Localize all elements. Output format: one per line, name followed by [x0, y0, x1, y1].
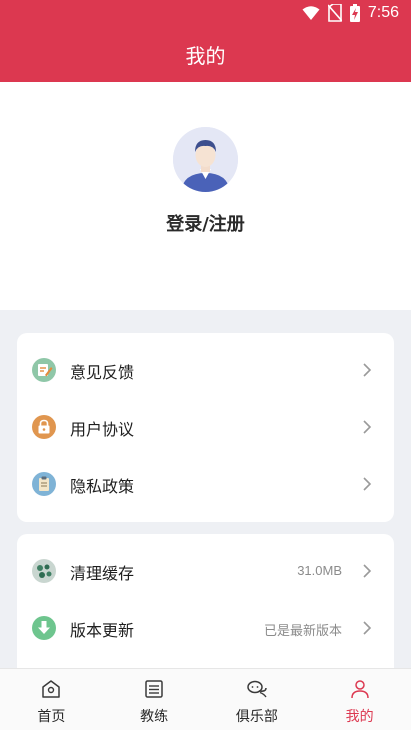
menu-item-label: 版本更新	[70, 621, 135, 640]
page-title: 我的	[185, 44, 226, 68]
cache-size-value: 31.0MB	[297, 563, 342, 578]
chevron-right-icon	[363, 420, 372, 434]
menu-item-feedback[interactable]: 意见反馈	[17, 342, 394, 399]
bottom-tab-bar: 首页 教练 俱乐部 我的	[0, 668, 411, 730]
list-icon	[145, 680, 163, 698]
no-sim-icon	[327, 4, 342, 22]
clipboard-icon	[32, 472, 56, 496]
menu-card-secondary: 清理缓存 31.0MB 版本更新 已是最新版本	[17, 534, 394, 668]
clean-icon	[32, 559, 56, 583]
menu-item-label: 隐私政策	[70, 477, 135, 496]
login-register-link[interactable]: 登录/注册	[0, 210, 411, 236]
battery-charging-icon	[349, 4, 360, 22]
profile-section: 登录/注册	[0, 82, 411, 310]
chevron-right-icon	[363, 363, 372, 377]
chat-icon	[247, 680, 267, 698]
menu-item-label: 意见反馈	[70, 363, 135, 382]
menu-card-primary: 意见反馈 用户协议 隐私政策	[17, 333, 394, 522]
avatar[interactable]	[173, 127, 238, 192]
menu-item-label: 清理缓存	[70, 564, 135, 583]
menu-item-label: 用户协议	[70, 420, 135, 439]
tab-club[interactable]: 俱乐部	[206, 669, 309, 730]
tab-coach[interactable]: 教练	[103, 669, 206, 730]
tab-label: 教练	[140, 709, 169, 725]
user-icon	[350, 680, 369, 699]
status-bar: 7:56	[0, 0, 411, 28]
home-icon	[42, 680, 61, 698]
chevron-right-icon	[363, 564, 372, 578]
app-header: 我的	[0, 28, 411, 82]
menu-item-user-agreement[interactable]: 用户协议	[17, 399, 394, 456]
status-time: 7:56	[367, 4, 399, 21]
default-avatar-icon	[173, 127, 238, 192]
menu-item-version-update[interactable]: 版本更新 已是最新版本	[17, 600, 394, 657]
tab-label: 我的	[345, 709, 374, 725]
chevron-right-icon	[363, 477, 372, 491]
tab-home[interactable]: 首页	[0, 669, 103, 730]
version-status-value: 已是最新版本	[263, 623, 342, 638]
chevron-right-icon	[363, 621, 372, 635]
tab-label: 首页	[37, 709, 66, 725]
wifi-icon	[302, 6, 320, 20]
tab-label: 俱乐部	[235, 709, 278, 725]
menu-item-clear-cache[interactable]: 清理缓存 31.0MB	[17, 543, 394, 600]
menu-item-privacy-policy[interactable]: 隐私政策	[17, 456, 394, 513]
lock-icon	[32, 415, 56, 439]
status-icons: 7:56	[302, 4, 399, 22]
download-icon	[32, 616, 56, 640]
feedback-icon	[32, 358, 56, 382]
tab-mine[interactable]: 我的	[308, 669, 411, 730]
